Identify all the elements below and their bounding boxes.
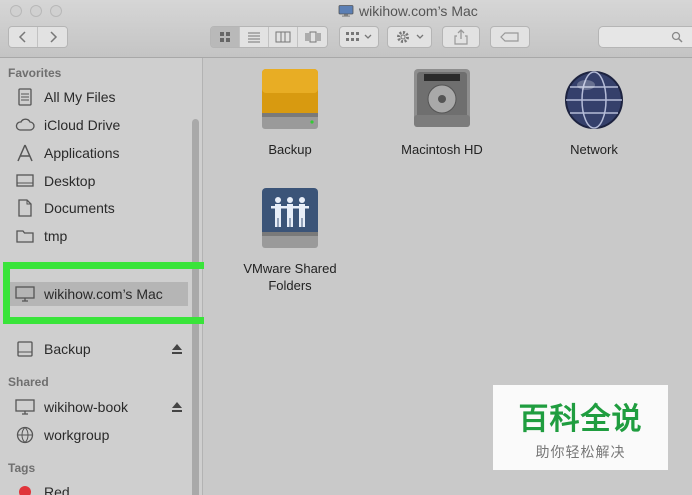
sidebar-item-label: All My Files: [44, 89, 116, 105]
sidebar-item-label: Documents: [44, 200, 115, 216]
shared-header: Shared: [8, 375, 49, 389]
sidebar-item-backup[interactable]: Backup: [14, 337, 186, 361]
arrange-button[interactable]: [339, 26, 379, 48]
watermark-logo: 百科全说 助你轻松解决: [493, 385, 668, 470]
item-label: Network: [570, 142, 618, 157]
sidebar-item-documents[interactable]: Documents: [14, 196, 186, 220]
item-label: Backup: [268, 142, 312, 157]
search-icon: [671, 31, 683, 43]
watermark-title: 百科全说: [518, 402, 643, 436]
back-button[interactable]: [9, 27, 38, 47]
item-vmware-shared-folders[interactable]: VMware Shared Folders: [230, 186, 350, 294]
item-backup[interactable]: Backup: [230, 67, 350, 158]
sidebar-item-applications[interactable]: Applications: [14, 141, 186, 165]
chevron-right-icon: [49, 31, 57, 43]
sidebar-item-label: iCloud Drive: [44, 117, 121, 133]
server-icon: [14, 398, 36, 416]
sidebar-item-label: Applications: [44, 145, 120, 161]
network-icon: [14, 426, 36, 444]
window-title-text: wikihow.com’s Mac: [359, 3, 478, 19]
sidebar-item-tag-red[interactable]: Red: [14, 480, 186, 495]
sidebar-item-wikihow-book[interactable]: wikihow-book: [14, 395, 186, 419]
share-icon: [454, 29, 468, 45]
item-label: Macintosh HD: [401, 142, 483, 157]
eject-icon[interactable]: [171, 401, 183, 413]
item-macintosh-hd[interactable]: Macintosh HD: [382, 67, 502, 158]
sidebar-item-label: workgroup: [44, 427, 110, 443]
icon-view-button[interactable]: [211, 27, 240, 47]
sidebar-item-workgroup[interactable]: workgroup: [14, 423, 186, 447]
red-tag-dot-icon: [14, 483, 36, 495]
list-icon: [248, 32, 260, 43]
applications-icon: [14, 144, 36, 162]
sidebar-item-label: tmp: [44, 228, 68, 244]
all-files-icon: [14, 88, 36, 106]
folder-icon: [14, 227, 36, 245]
arrange-icon: [346, 32, 372, 41]
share-button[interactable]: [442, 26, 480, 48]
navigation-buttons: [8, 26, 68, 48]
search-input[interactable]: [598, 26, 692, 48]
title-bar: wikihow.com’s Mac: [0, 0, 692, 58]
external-drive-icon: [262, 69, 318, 129]
list-view-button[interactable]: [240, 27, 269, 47]
drive-icon: [14, 340, 36, 358]
sidebar-item-tmp[interactable]: tmp: [14, 224, 186, 248]
item-network[interactable]: Network: [534, 67, 654, 158]
tag-icon: [500, 32, 519, 42]
action-button[interactable]: [387, 26, 432, 48]
documents-icon: [14, 199, 36, 217]
eject-icon[interactable]: [171, 343, 183, 355]
tags-header: Tags: [8, 461, 36, 475]
view-mode-selector: [210, 26, 328, 48]
grid-icon: [220, 32, 230, 42]
sidebar-item-label: wikihow-book: [44, 399, 129, 415]
sidebar-item-desktop[interactable]: Desktop: [14, 169, 186, 193]
window-title: wikihow.com’s Mac: [338, 3, 478, 19]
hard-drive-icon: [414, 69, 470, 127]
sidebar-item-label: Backup: [44, 341, 91, 357]
sidebar-item-label: Desktop: [44, 173, 96, 189]
cover-flow-button[interactable]: [298, 27, 327, 47]
cloud-icon: [14, 116, 36, 134]
favorites-header: Favorites: [8, 66, 62, 80]
sidebar-item-icloud-drive[interactable]: iCloud Drive: [14, 113, 186, 137]
sidebar-item-label: Red: [44, 484, 70, 495]
forward-button[interactable]: [38, 27, 67, 47]
highlight-box: [3, 262, 218, 324]
columns-icon: [275, 31, 291, 43]
network-globe-icon: [565, 71, 623, 129]
minimize-window-button[interactable]: [30, 5, 42, 17]
shared-folder-drive-icon: [262, 188, 318, 248]
column-view-button[interactable]: [269, 27, 298, 47]
chevron-left-icon: [18, 31, 26, 43]
computer-icon: [338, 5, 354, 17]
edit-tags-button[interactable]: [490, 26, 530, 48]
sidebar-item-all-my-files[interactable]: All My Files: [14, 85, 186, 109]
zoom-window-button[interactable]: [50, 5, 62, 17]
cover-flow-icon: [305, 31, 320, 43]
watermark-subtitle: 助你轻松解决: [535, 443, 626, 460]
close-window-button[interactable]: [10, 5, 22, 17]
desktop-icon: [14, 172, 36, 190]
item-label: VMware Shared Folders: [243, 261, 337, 293]
gear-icon: [396, 31, 423, 43]
